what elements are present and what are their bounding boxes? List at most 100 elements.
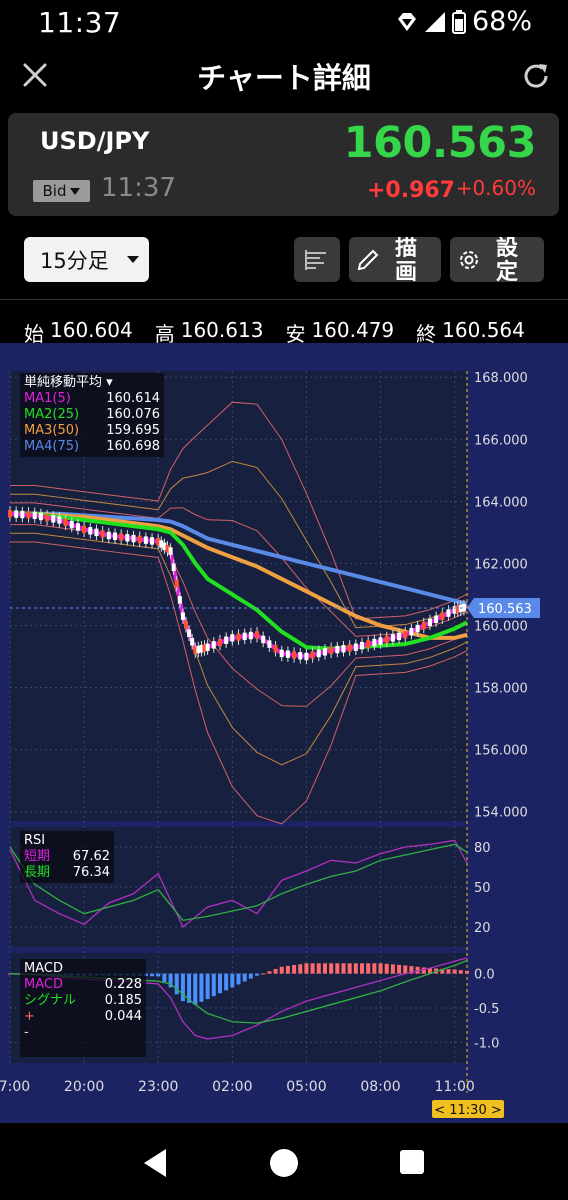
candle-body xyxy=(255,631,260,639)
macd-histogram-bar xyxy=(341,963,346,974)
macd-histogram-bar xyxy=(279,966,284,974)
list-icon xyxy=(305,250,326,270)
candle-body xyxy=(217,638,222,647)
candle-body xyxy=(20,510,25,519)
candle-body xyxy=(88,527,93,535)
candle-body xyxy=(390,634,395,642)
candle-body xyxy=(57,516,62,524)
candle-body xyxy=(100,530,105,538)
macd-histogram-bar xyxy=(205,973,210,1000)
candle-body xyxy=(236,633,241,641)
settings-label: 設定 xyxy=(496,237,519,282)
indicator-list-button[interactable] xyxy=(294,237,340,282)
candle-body xyxy=(384,635,389,644)
candle-body xyxy=(261,635,266,644)
y-tick-label: 168.000 xyxy=(474,371,528,386)
macd-histogram-bar xyxy=(156,973,161,977)
candle-body xyxy=(112,532,117,540)
macd-histogram-bar xyxy=(261,973,266,975)
macd-histogram-bar xyxy=(335,963,340,974)
macd-histogram-bar xyxy=(248,973,253,979)
chart-area[interactable]: 17:00 20:00 23:00 02:00 05:00 08:00 11:00 168.0… xyxy=(0,343,568,1123)
notification-icon xyxy=(397,12,416,31)
candle-body xyxy=(267,640,272,648)
candle-body xyxy=(378,637,383,645)
timeframe-select[interactable]: 15分足 xyxy=(24,237,149,282)
candle-body xyxy=(94,528,99,537)
macd-histogram-bar xyxy=(329,963,334,974)
candle-body xyxy=(316,649,321,658)
quote-time: 11:37 xyxy=(101,173,176,203)
candle-body xyxy=(409,627,414,636)
candle-body xyxy=(279,649,284,658)
caret-down-icon xyxy=(70,187,81,195)
candle-body xyxy=(51,515,56,523)
refresh-icon[interactable] xyxy=(520,60,552,92)
macd-legend-item: +0.044 xyxy=(24,1009,142,1024)
price-change-percent: +0.60% xyxy=(455,176,536,200)
caret-down-icon xyxy=(127,256,139,263)
candle-body xyxy=(211,641,216,649)
ma-legend-item: MA3(50) 159.695 xyxy=(24,423,160,438)
candle-body xyxy=(14,510,19,518)
y-tick-label: 164.000 xyxy=(474,495,528,510)
candle-body xyxy=(322,648,327,656)
currency-pair: USD/JPY xyxy=(40,127,150,155)
page-title: チャート詳細 xyxy=(197,61,371,95)
current-time-tag-label: < 11:30 > xyxy=(434,1103,502,1118)
recents-icon[interactable] xyxy=(398,1148,426,1176)
candle-body xyxy=(434,615,439,623)
battery-icon xyxy=(451,9,466,34)
candle-body xyxy=(273,645,278,653)
candle-body xyxy=(415,624,420,633)
candle-body xyxy=(150,537,155,545)
candle-body xyxy=(8,510,12,518)
candle-body xyxy=(26,511,31,519)
candle-body xyxy=(69,520,74,529)
macd-histogram-bar xyxy=(452,969,457,974)
candle-body xyxy=(304,652,309,661)
candle-body xyxy=(187,629,192,637)
x-tick-label: 17:00 xyxy=(0,1079,30,1095)
macd-histogram-bar xyxy=(242,973,247,982)
candle-body xyxy=(329,646,334,655)
back-icon[interactable] xyxy=(140,1147,170,1179)
rsi-legend-title: RSI xyxy=(24,833,46,848)
macd-histogram-bar xyxy=(372,963,377,974)
ma-legend[interactable]: 単純移動平均 ▾ MA1(5) 160.614 MA2(25) 160.076 MA… xyxy=(20,373,164,457)
macd-histogram-bar xyxy=(322,963,327,974)
settings-button[interactable]: 設定 xyxy=(450,237,544,282)
macd-legend-item: MACD 0.228 xyxy=(24,977,142,992)
candle-body xyxy=(310,651,315,659)
macd-histogram-bar xyxy=(403,965,408,974)
candle-body xyxy=(360,641,365,650)
draw-button[interactable]: 描画 xyxy=(349,237,441,282)
candle-body xyxy=(180,612,185,620)
macd-histogram-bar xyxy=(397,964,402,974)
macd-histogram-bar xyxy=(384,963,389,974)
y-tick-label: 166.000 xyxy=(474,433,528,448)
macd-histogram-bar xyxy=(236,973,241,985)
candle-body xyxy=(298,652,303,660)
candle-body xyxy=(119,533,124,541)
draw-label: 描画 xyxy=(395,237,418,282)
ma-legend-item: MA2(25) 160.076 xyxy=(24,407,160,422)
rsi-legend-item: 長期 76.34 xyxy=(24,865,110,880)
y-tick-label: 0.0 xyxy=(474,968,495,983)
x-tick-label: 05:00 xyxy=(286,1079,326,1095)
ma-legend-item: MA4(75) 160.698 xyxy=(24,439,160,454)
candle-body xyxy=(292,651,297,659)
home-icon[interactable] xyxy=(268,1147,300,1179)
x-tick-label: 08:00 xyxy=(360,1079,400,1095)
bid-ask-selector[interactable]: Bid xyxy=(33,180,90,202)
macd-histogram-bar xyxy=(298,964,303,974)
candle-body xyxy=(397,632,402,641)
macd-histogram-bar xyxy=(378,963,383,974)
macd-histogram-bar xyxy=(446,969,451,974)
candle-body xyxy=(230,634,235,642)
candle-body xyxy=(248,631,253,640)
candle-body xyxy=(174,579,179,588)
macd-histogram-bar xyxy=(390,964,395,974)
candle-body xyxy=(168,547,173,555)
macd-histogram-bar xyxy=(174,973,179,995)
